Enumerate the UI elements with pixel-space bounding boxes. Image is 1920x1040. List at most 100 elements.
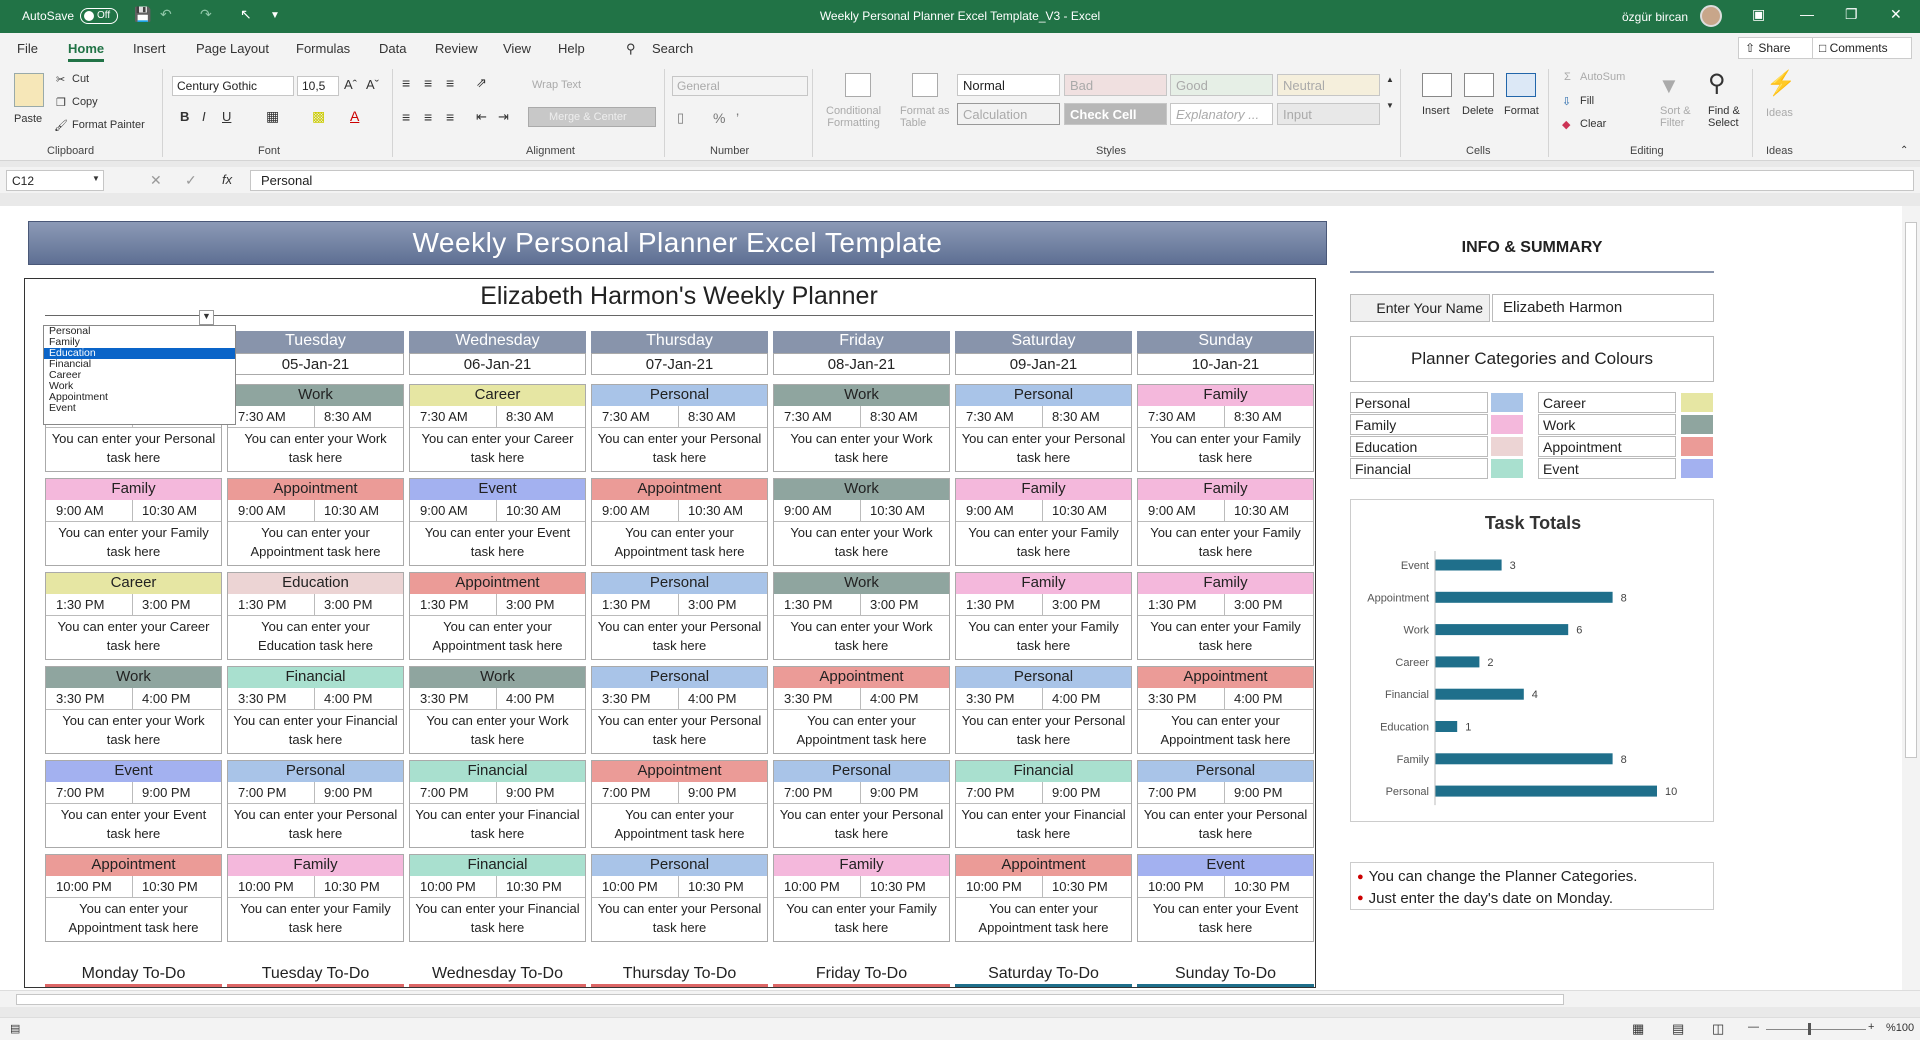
borders-icon[interactable]: ▦ [266, 108, 279, 125]
category-cell[interactable]: Appointment [774, 667, 949, 688]
style-bad[interactable]: Bad [1064, 74, 1167, 96]
task-text[interactable]: You can enter your Personal task here [956, 710, 1131, 750]
zoom-in-icon[interactable]: + [1868, 1021, 1874, 1033]
format-painter-button[interactable]: Format Painter [72, 119, 145, 131]
task-text[interactable]: You can enter your Work task here [228, 428, 403, 468]
task-text[interactable]: You can enter your Family task here [956, 616, 1131, 656]
start-time[interactable]: 9:00 AM [238, 503, 286, 518]
align-middle-icon[interactable]: ≡ [424, 75, 432, 91]
fill-button[interactable]: Fill [1580, 95, 1594, 107]
category-label[interactable]: Appointment [1538, 436, 1676, 457]
insert-cells-button[interactable]: Insert [1422, 105, 1450, 117]
category-cell[interactable]: Personal [956, 385, 1131, 406]
indent-decrease-icon[interactable]: ⇤ [476, 109, 487, 125]
format-painter-icon[interactable]: 🖌 [54, 119, 68, 132]
task-text[interactable]: You can enter your Appointment task here [592, 522, 767, 562]
collapse-ribbon-icon[interactable]: ⌃ [1900, 145, 1908, 156]
task-cell[interactable]: Family 9:00 AM 10:30 AM You can enter you… [1137, 478, 1314, 566]
category-cell[interactable]: Personal [228, 761, 403, 782]
align-left-icon[interactable]: ≡ [402, 109, 410, 125]
copy-button[interactable]: Copy [72, 96, 98, 108]
align-right-icon[interactable]: ≡ [446, 109, 454, 125]
zoom-out-icon[interactable]: — [1748, 1021, 1759, 1033]
task-cell[interactable]: Appointment 9:00 AM 10:30 AM You can ente… [227, 478, 404, 566]
start-time[interactable]: 10:00 PM [784, 879, 840, 894]
zoom-slider-thumb[interactable] [1808, 1023, 1811, 1035]
merge-center-button[interactable]: Merge & Center [528, 107, 656, 127]
style-input[interactable]: Input [1277, 103, 1380, 125]
search-icon[interactable]: ⚲ [626, 41, 636, 57]
start-time[interactable]: 3:30 PM [1148, 691, 1196, 706]
start-time[interactable]: 9:00 AM [784, 503, 832, 518]
category-cell[interactable]: Financial [410, 761, 585, 782]
category-cell[interactable]: Work [228, 385, 403, 406]
end-time[interactable]: 10:30 AM [506, 503, 561, 518]
vertical-scrollbar[interactable] [1902, 206, 1920, 990]
category-cell[interactable]: Financial [228, 667, 403, 688]
end-time[interactable]: 10:30 PM [142, 879, 198, 894]
tab-review[interactable]: Review [435, 41, 478, 56]
end-time[interactable]: 8:30 AM [506, 409, 554, 424]
task-text[interactable]: You can enter your Appointment task here [774, 710, 949, 750]
find-select-icon[interactable]: ⚲ [1708, 69, 1726, 98]
task-cell[interactable]: Personal 7:30 AM 8:30 AM You can enter yo… [955, 384, 1132, 472]
task-text[interactable]: You can enter your Personal task here [592, 616, 767, 656]
category-cell[interactable]: Work [774, 573, 949, 594]
category-cell[interactable]: Career [46, 573, 221, 594]
start-time[interactable]: 10:00 PM [56, 879, 112, 894]
end-time[interactable]: 4:00 PM [870, 691, 918, 706]
task-cell[interactable]: Financial 3:30 PM 4:00 PM You can enter y… [227, 666, 404, 754]
underline-icon[interactable]: U [222, 109, 231, 124]
start-time[interactable]: 3:30 PM [238, 691, 286, 706]
end-time[interactable]: 9:00 PM [688, 785, 736, 800]
style-check-cell[interactable]: Check Cell [1064, 103, 1167, 125]
conditional-formatting-icon[interactable] [845, 73, 871, 97]
task-cell[interactable]: Event 7:00 PM 9:00 PM You can enter your … [45, 760, 222, 848]
category-cell[interactable]: Event [410, 479, 585, 500]
start-time[interactable]: 10:00 PM [420, 879, 476, 894]
task-text[interactable]: You can enter your Event task here [410, 522, 585, 562]
task-cell[interactable]: Financial 7:00 PM 9:00 PM You can enter y… [409, 760, 586, 848]
category-cell[interactable]: Family [1138, 479, 1313, 500]
sort-filter-button[interactable]: Sort & Filter [1660, 105, 1691, 129]
task-text[interactable]: You can enter your Personal task here [774, 804, 949, 844]
task-text[interactable]: You can enter your Financial task here [956, 804, 1131, 844]
fill-color-icon[interactable]: ▩ [312, 108, 325, 125]
task-text[interactable]: You can enter your Personal task here [592, 428, 767, 468]
task-cell[interactable]: Personal 7:00 PM 9:00 PM You can enter yo… [1137, 760, 1314, 848]
start-time[interactable]: 3:30 PM [602, 691, 650, 706]
tab-insert[interactable]: Insert [133, 41, 166, 56]
name-box-dropdown-icon[interactable]: ▼ [92, 174, 100, 183]
start-time[interactable]: 7:00 PM [784, 785, 832, 800]
styles-scroll-down-icon[interactable]: ▼ [1386, 101, 1394, 110]
font-name-select[interactable]: Century Gothic [172, 76, 294, 96]
fill-icon[interactable]: ⇩ [1562, 95, 1571, 108]
font-size-select[interactable]: 10,5 [297, 76, 339, 96]
style-neutral[interactable]: Neutral [1277, 74, 1380, 96]
category-cell[interactable]: Family [228, 855, 403, 876]
start-time[interactable]: 1:30 PM [238, 597, 286, 612]
indent-increase-icon[interactable]: ⇥ [498, 109, 509, 125]
category-cell[interactable]: Education [228, 573, 403, 594]
end-time[interactable]: 9:00 PM [870, 785, 918, 800]
end-time[interactable]: 8:30 AM [1052, 409, 1100, 424]
start-time[interactable]: 7:30 AM [602, 409, 650, 424]
end-time[interactable]: 10:30 PM [688, 879, 744, 894]
insert-function-icon[interactable]: fx [222, 172, 232, 187]
category-dropdown-list[interactable]: Personal Family Education Financial Career Wo… [43, 325, 236, 425]
task-text[interactable]: You can enter your Career task here [410, 428, 585, 468]
end-time[interactable]: 3:00 PM [142, 597, 190, 612]
normal-view-icon[interactable]: ▦ [1632, 1021, 1644, 1037]
task-cell[interactable]: Appointment 1:30 PM 3:00 PM You can enter… [409, 572, 586, 660]
task-cell[interactable]: Personal 3:30 PM 4:00 PM You can enter yo… [955, 666, 1132, 754]
tab-page-layout[interactable]: Page Layout [196, 41, 269, 56]
ideas-button[interactable]: Ideas [1766, 107, 1793, 119]
start-time[interactable]: 7:30 AM [420, 409, 468, 424]
start-time[interactable]: 7:30 AM [966, 409, 1014, 424]
wrap-text-button[interactable]: Wrap Text [532, 79, 581, 91]
start-time[interactable]: 7:00 PM [56, 785, 104, 800]
end-time[interactable]: 3:00 PM [1234, 597, 1282, 612]
category-cell[interactable]: Personal [592, 385, 767, 406]
start-time[interactable]: 1:30 PM [602, 597, 650, 612]
category-label[interactable]: Financial [1350, 458, 1488, 479]
